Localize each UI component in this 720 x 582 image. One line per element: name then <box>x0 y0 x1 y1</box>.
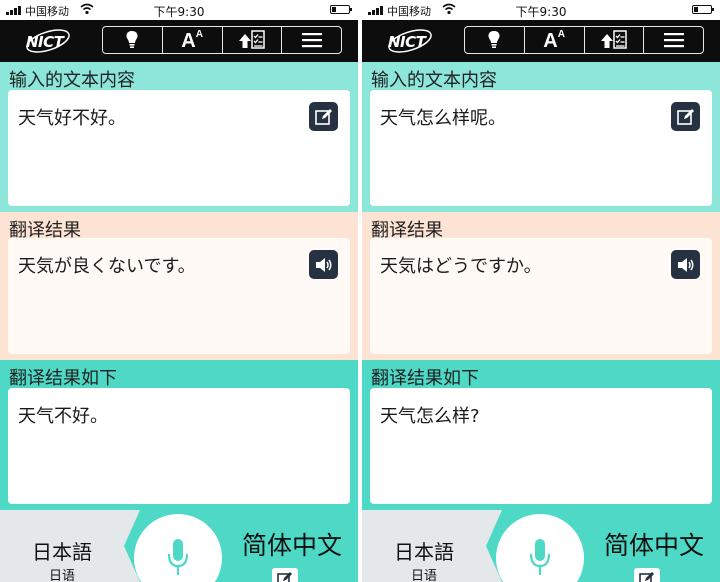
font-size-button[interactable]: AA <box>523 27 584 53</box>
upload-checklist-icon <box>238 30 265 49</box>
menu-button[interactable] <box>281 27 341 53</box>
upload-list-button[interactable] <box>583 27 644 53</box>
nict-logo: NICT <box>384 27 434 55</box>
keyboard-input-button[interactable] <box>272 568 298 582</box>
translation-text: 天気はどうですか。 <box>380 256 542 277</box>
menu-icon <box>301 33 322 48</box>
status-bar: 中国移动 下午9:30 <box>0 0 358 20</box>
source-language-sub: 日语 <box>48 569 75 582</box>
toolbar: NICT AA <box>362 20 720 62</box>
battery-icon <box>330 5 352 14</box>
source-language-button[interactable]: 日本語 日语 <box>362 510 502 582</box>
input-text-box[interactable]: 天气好不好。 <box>8 90 350 206</box>
input-text-box[interactable]: 天气怎么样呢。 <box>370 90 712 206</box>
hint-button[interactable] <box>465 27 524 53</box>
back-translation-section: 翻译结果如下 天气怎么样? <box>362 360 720 510</box>
nict-logo: NICT <box>22 27 72 55</box>
language-bar: 日本語 日语 简体中文 <box>0 510 358 582</box>
translation-text-box: 天気が良くないです。 <box>8 238 350 354</box>
edit-input-button[interactable] <box>671 102 700 131</box>
edit-icon <box>639 572 654 582</box>
target-language-name[interactable]: 简体中文 <box>232 526 352 562</box>
status-bar: 中国移动 下午9:30 <box>362 0 720 20</box>
back-translation-section-title: 翻译结果如下 <box>371 368 479 389</box>
keyboard-input-button[interactable] <box>634 568 660 582</box>
speak-translation-button[interactable] <box>309 250 338 279</box>
lightbulb-icon <box>488 31 500 48</box>
status-time: 下午9:30 <box>153 5 205 19</box>
font-size-button[interactable]: AA <box>161 27 222 53</box>
edit-input-button[interactable] <box>309 102 338 131</box>
translation-text-box: 天気はどうですか。 <box>370 238 712 354</box>
translation-section: 翻译结果 天気はどうですか。 <box>362 212 720 360</box>
input-text: 天气好不好。 <box>18 108 126 129</box>
lightbulb-icon <box>126 31 138 48</box>
back-translation-text-box: 天气不好。 <box>8 388 350 504</box>
back-translation-text: 天气不好。 <box>18 406 108 427</box>
microphone-icon <box>167 539 189 575</box>
input-text: 天气怎么样呢。 <box>380 108 506 129</box>
battery-icon <box>692 5 714 14</box>
source-language-button[interactable]: 日本語 日语 <box>0 510 140 582</box>
speak-translation-button[interactable] <box>671 250 700 279</box>
microphone-button[interactable] <box>496 514 584 582</box>
source-language-sub: 日语 <box>410 569 437 582</box>
source-language-name: 日本語 <box>32 540 92 564</box>
phone-screen-left: 中国移动 下午9:30 NICT AA 输入的文本内容 天气好不好。 翻译结果 … <box>0 0 358 582</box>
microphone-icon <box>529 539 551 575</box>
font-size-icon: AA <box>543 28 565 52</box>
input-section: 输入的文本内容 天气怎么样呢。 <box>362 62 720 212</box>
translation-section: 翻译结果 天気が良くないです。 <box>0 212 358 360</box>
edit-icon <box>314 108 332 125</box>
input-section-title: 输入的文本内容 <box>9 70 135 91</box>
speaker-icon <box>315 257 331 272</box>
toolbar: NICT AA <box>0 20 358 62</box>
language-bar: 日本語 日语 简体中文 <box>362 510 720 582</box>
menu-icon <box>663 33 684 48</box>
source-language-name: 日本語 <box>394 540 454 564</box>
edit-icon <box>676 108 694 125</box>
back-translation-section: 翻译结果如下 天气不好。 <box>0 360 358 510</box>
back-translation-text-box: 天气怎么样? <box>370 388 712 504</box>
speaker-icon <box>677 257 693 272</box>
target-language-name[interactable]: 简体中文 <box>594 526 714 562</box>
back-translation-section-title: 翻译结果如下 <box>9 368 117 389</box>
phone-screen-right: 中国移动 下午9:30 NICT AA 输入的文本内容 天气怎么样呢。 翻译结果… <box>362 0 720 582</box>
input-section: 输入的文本内容 天气好不好。 <box>0 62 358 212</box>
toolbar-button-group: AA <box>464 26 704 54</box>
translation-text: 天気が良くないです。 <box>18 256 196 277</box>
status-time: 下午9:30 <box>515 5 567 19</box>
microphone-button[interactable] <box>134 514 222 582</box>
upload-list-button[interactable] <box>221 27 282 53</box>
edit-icon <box>277 572 292 582</box>
back-translation-text: 天气怎么样? <box>380 406 480 427</box>
upload-checklist-icon <box>600 30 627 49</box>
menu-button[interactable] <box>643 27 703 53</box>
input-section-title: 输入的文本内容 <box>371 70 497 91</box>
hint-button[interactable] <box>103 27 162 53</box>
toolbar-button-group: AA <box>102 26 342 54</box>
font-size-icon: AA <box>181 28 203 52</box>
